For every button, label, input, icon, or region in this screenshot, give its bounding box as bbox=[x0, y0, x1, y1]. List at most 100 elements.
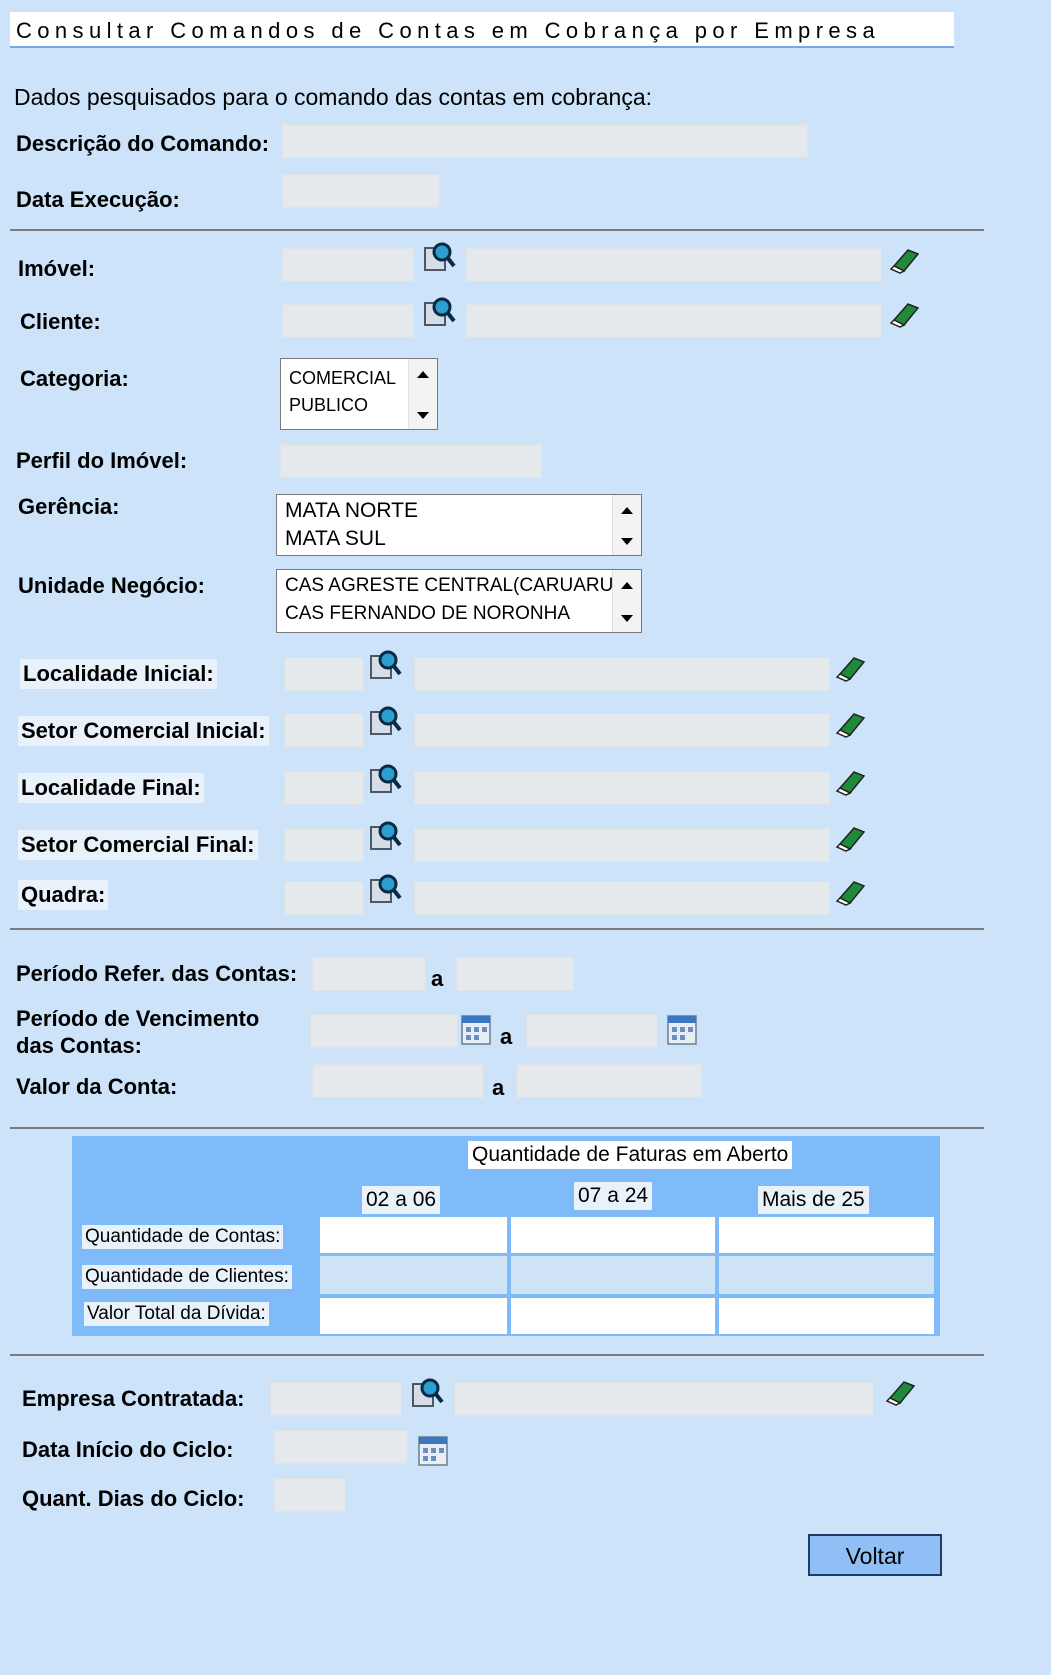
column-header: 07 a 24 bbox=[574, 1182, 653, 1210]
table-cell bbox=[511, 1298, 715, 1334]
gerencia-label: Gerência: bbox=[18, 494, 120, 519]
localidade-final-description-field bbox=[414, 771, 830, 805]
empresa-label: Empresa Contratada: bbox=[22, 1386, 245, 1411]
setor-final-description-field bbox=[414, 828, 830, 862]
periodo-venc-label-line1: Período de Vencimento bbox=[16, 1006, 260, 1031]
quant-dias-input[interactable] bbox=[274, 1478, 346, 1512]
descricao-field[interactable] bbox=[282, 124, 808, 158]
list-option[interactable]: MATA NORTE bbox=[277, 497, 641, 525]
categoria-listbox[interactable]: COMERCIAL PUBLICO bbox=[280, 358, 438, 430]
calendar-icon[interactable] bbox=[461, 1015, 491, 1045]
list-option[interactable]: CAS FERNANDO DE NORONHA bbox=[277, 600, 641, 628]
imovel-description-field bbox=[466, 248, 882, 282]
row-label: Valor Total da Dívida: bbox=[84, 1302, 269, 1326]
cliente-label: Cliente: bbox=[20, 309, 101, 334]
perfil-field[interactable] bbox=[280, 444, 542, 478]
localidade-inicial-label: Localidade Inicial: bbox=[20, 659, 217, 689]
eraser-icon[interactable] bbox=[834, 708, 868, 738]
eraser-icon[interactable] bbox=[834, 822, 868, 852]
search-icon[interactable] bbox=[368, 648, 402, 682]
valor-conta-end-input[interactable] bbox=[516, 1064, 702, 1098]
range-separator: a bbox=[492, 1075, 505, 1100]
setor-inicial-code-input[interactable] bbox=[284, 713, 364, 747]
divider bbox=[10, 1127, 984, 1129]
eraser-icon[interactable] bbox=[834, 876, 868, 906]
localidade-inicial-description-field bbox=[414, 657, 830, 691]
setor-final-code-input[interactable] bbox=[284, 828, 364, 862]
valor-conta-label: Valor da Conta: bbox=[16, 1074, 178, 1099]
eraser-icon[interactable] bbox=[834, 652, 868, 682]
search-icon[interactable] bbox=[422, 295, 456, 329]
section-subtitle: Dados pesquisados para o comando das con… bbox=[14, 84, 653, 110]
empresa-code-input[interactable] bbox=[270, 1382, 402, 1416]
data-execucao-field[interactable] bbox=[282, 174, 440, 208]
periodo-ref-end-input[interactable] bbox=[456, 957, 574, 991]
page-title: Consultar Comandos de Contas em Cobrança… bbox=[16, 18, 881, 43]
table-cell bbox=[511, 1256, 715, 1294]
row-label: Quantidade de Clientes: bbox=[82, 1265, 292, 1289]
column-header: 02 a 06 bbox=[362, 1186, 441, 1214]
valor-conta-start-input[interactable] bbox=[312, 1064, 484, 1098]
search-icon[interactable] bbox=[368, 819, 402, 853]
search-icon[interactable] bbox=[410, 1376, 444, 1410]
scrollbar[interactable] bbox=[612, 495, 641, 555]
eraser-icon[interactable] bbox=[888, 244, 922, 274]
search-icon[interactable] bbox=[368, 872, 402, 906]
setor-final-label: Setor Comercial Final: bbox=[18, 830, 258, 860]
list-option[interactable]: MATA SUL bbox=[277, 525, 641, 553]
calendar-icon[interactable] bbox=[667, 1015, 697, 1045]
categoria-label: Categoria: bbox=[20, 366, 129, 391]
table-cell bbox=[320, 1256, 507, 1294]
eraser-icon[interactable] bbox=[888, 298, 922, 328]
scrollbar[interactable] bbox=[612, 570, 641, 632]
cliente-code-input[interactable] bbox=[282, 304, 414, 338]
data-inicio-input[interactable] bbox=[274, 1430, 408, 1464]
table-cell bbox=[719, 1256, 934, 1294]
descricao-label: Descrição do Comando: bbox=[16, 131, 270, 156]
voltar-button[interactable]: Voltar bbox=[808, 1534, 942, 1576]
range-separator: a bbox=[431, 966, 444, 991]
unidade-label: Unidade Negócio: bbox=[18, 573, 206, 598]
search-icon[interactable] bbox=[368, 762, 402, 796]
periodo-ref-label: Período Refer. das Contas: bbox=[16, 961, 298, 986]
perfil-label: Perfil do Imóvel: bbox=[16, 448, 188, 473]
cliente-description-field bbox=[466, 304, 882, 338]
search-icon[interactable] bbox=[422, 240, 456, 274]
table-header: Quantidade de Faturas em Aberto bbox=[468, 1141, 793, 1169]
table-cell bbox=[511, 1217, 715, 1253]
setor-inicial-description-field bbox=[414, 713, 830, 747]
unidade-listbox[interactable]: CAS AGRESTE CENTRAL(CARUARU CAS FERNANDO… bbox=[276, 569, 642, 633]
quadra-code-input[interactable] bbox=[284, 881, 364, 915]
eraser-icon[interactable] bbox=[834, 766, 868, 796]
table-cell bbox=[320, 1298, 507, 1334]
localidade-inicial-code-input[interactable] bbox=[284, 657, 364, 691]
imovel-code-input[interactable] bbox=[282, 248, 414, 282]
scrollbar[interactable] bbox=[408, 359, 437, 429]
imovel-label: Imóvel: bbox=[18, 256, 96, 281]
localidade-final-label: Localidade Final: bbox=[18, 773, 204, 803]
periodo-venc-start-input[interactable] bbox=[310, 1014, 458, 1048]
periodo-venc-end-input[interactable] bbox=[526, 1014, 658, 1048]
quadra-description-field bbox=[414, 881, 830, 915]
gerencia-listbox[interactable]: MATA NORTE MATA SUL bbox=[276, 494, 642, 556]
quadra-label: Quadra: bbox=[18, 880, 109, 910]
setor-inicial-label: Setor Comercial Inicial: bbox=[18, 716, 269, 746]
data-inicio-label: Data Início do Ciclo: bbox=[22, 1437, 234, 1462]
divider bbox=[10, 1354, 984, 1356]
data-execucao-label: Data Execução: bbox=[16, 187, 180, 212]
table-cell bbox=[320, 1217, 507, 1253]
periodo-venc-label-line2: das Contas: bbox=[16, 1033, 142, 1058]
divider bbox=[10, 928, 984, 930]
table-cell bbox=[719, 1298, 934, 1334]
range-separator: a bbox=[500, 1024, 513, 1049]
calendar-icon[interactable] bbox=[418, 1436, 448, 1466]
list-option[interactable]: CAS AGRESTE CENTRAL(CARUARU bbox=[277, 572, 641, 600]
column-header: Mais de 25 bbox=[758, 1186, 869, 1214]
search-icon[interactable] bbox=[368, 704, 402, 738]
table-cell bbox=[719, 1217, 934, 1253]
periodo-ref-start-input[interactable] bbox=[312, 957, 426, 991]
localidade-final-code-input[interactable] bbox=[284, 771, 364, 805]
empresa-description-field bbox=[454, 1382, 874, 1416]
divider bbox=[10, 229, 984, 231]
eraser-icon[interactable] bbox=[884, 1376, 918, 1406]
